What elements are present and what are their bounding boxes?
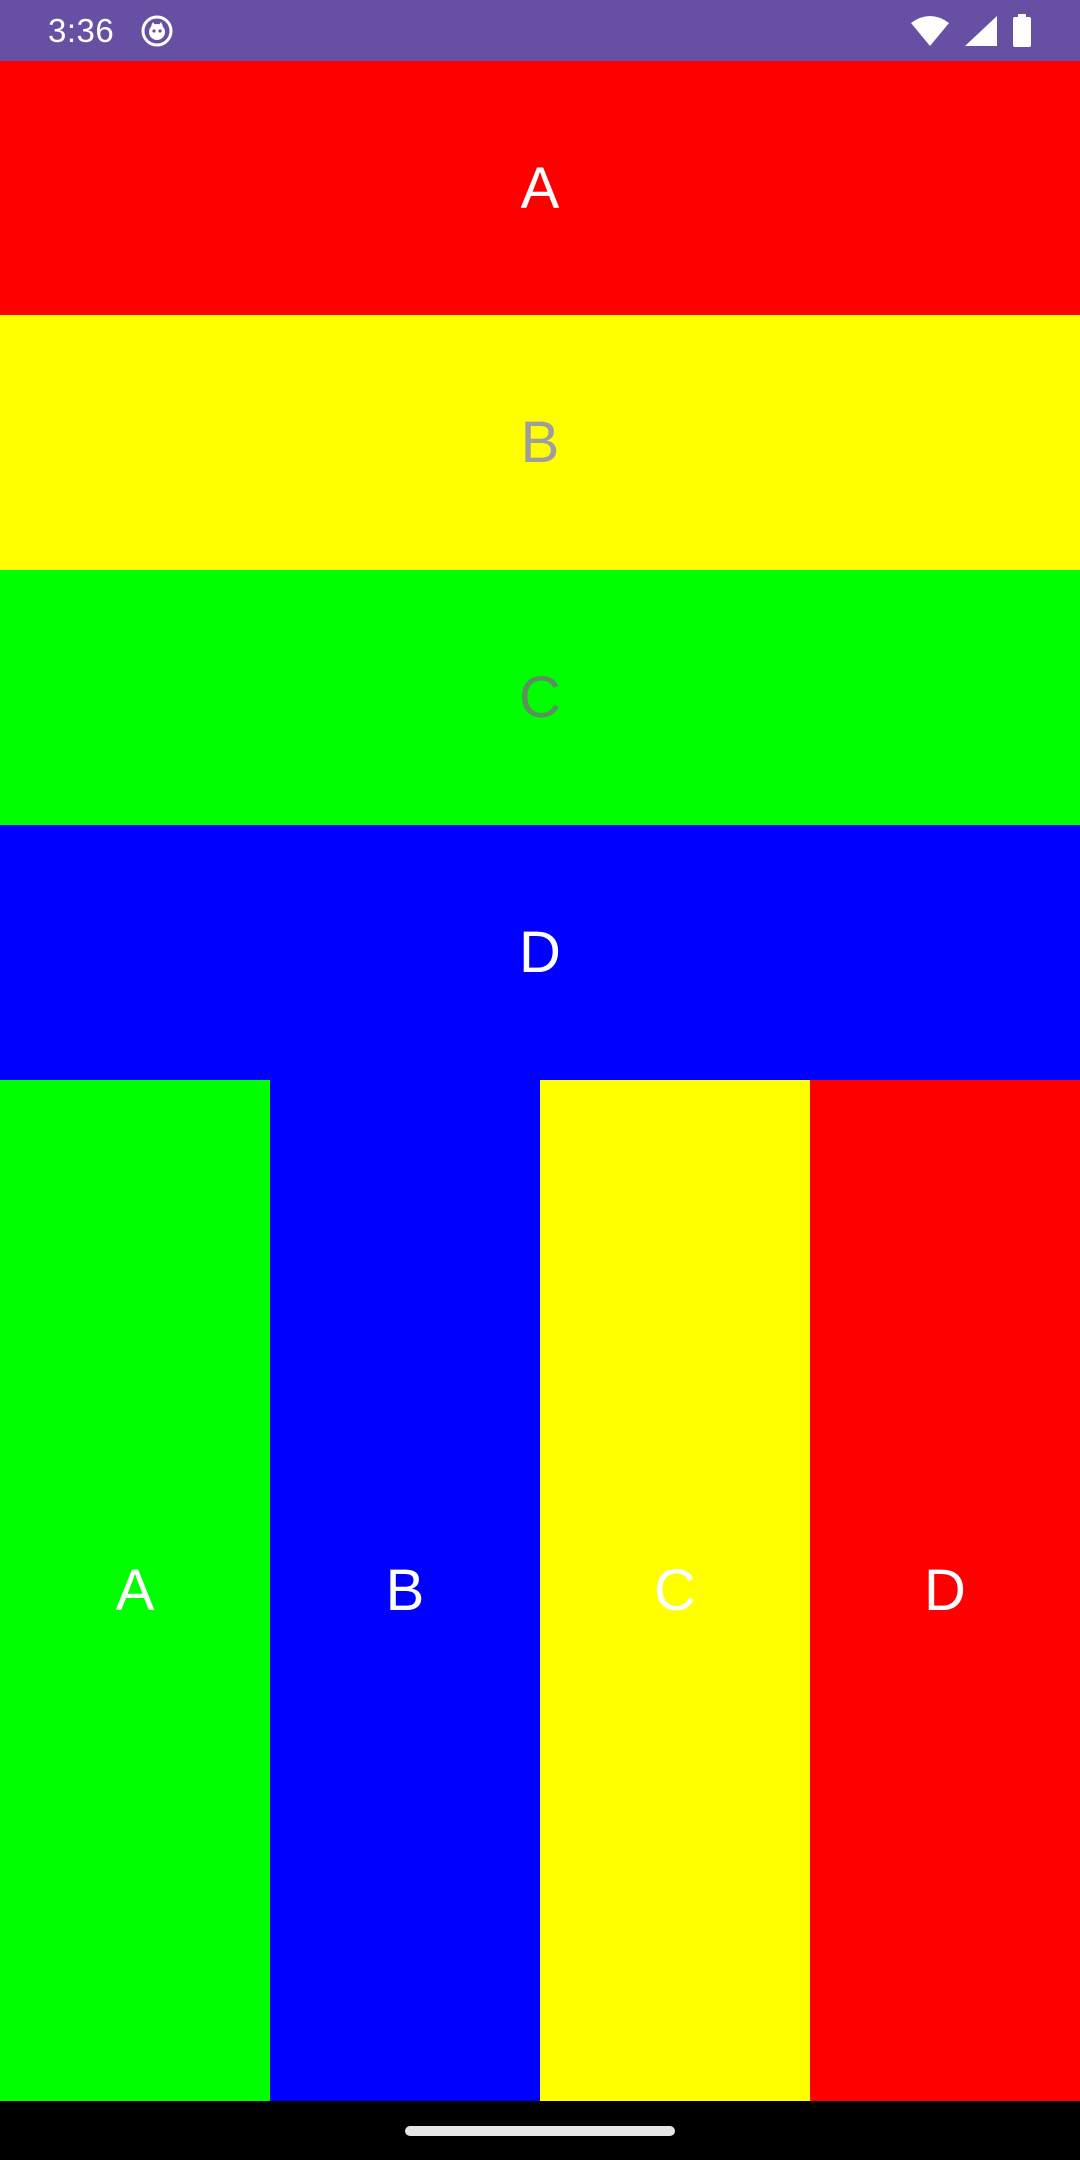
cell-signal-icon [964,15,998,47]
status-bar: 3:36 [0,0,1080,61]
app-notification-icon [140,14,174,48]
row-c: C [0,570,1080,825]
wifi-icon [910,15,950,47]
row-stack: A B C D [0,61,1080,1080]
column-d-label: D [924,1558,966,1623]
row-c-label: C [519,665,561,730]
column-b-label: B [385,1558,425,1623]
row-d-label: D [519,920,561,985]
row-b-label: B [520,410,560,475]
column-c: C [540,1080,810,2101]
row-a: A [0,61,1080,315]
column-a-label: A [115,1558,155,1623]
column-stack: A B C D [0,1080,1080,2101]
status-time: 3:36 [48,11,115,49]
row-a-label: A [520,155,560,221]
column-a: A [0,1080,270,2101]
row-b: B [0,315,1080,570]
column-d: D [810,1080,1080,2101]
column-c-label: C [654,1558,696,1623]
row-d: D [0,825,1080,1080]
status-icons [910,13,1032,48]
battery-icon [1012,13,1032,48]
navigation-bar [0,2101,1080,2160]
column-b: B [270,1080,540,2101]
content-area: A B C D A B C D [0,61,1080,2101]
screen: 3:36 A B C D A B C D [0,0,1080,2160]
home-handle-icon[interactable] [405,2126,675,2136]
